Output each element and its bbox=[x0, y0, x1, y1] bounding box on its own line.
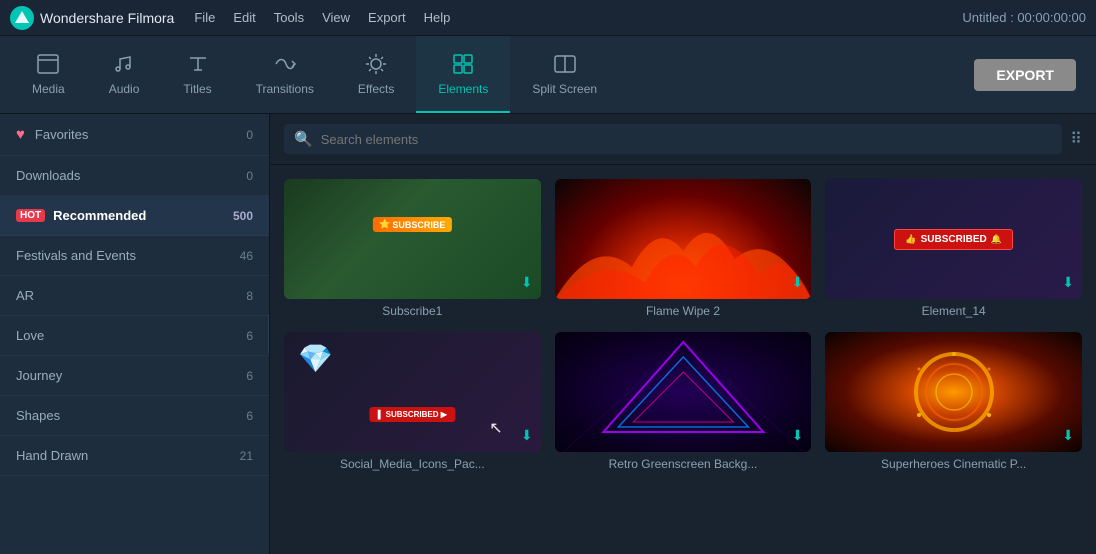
sidebar-item-count: 6 bbox=[246, 369, 253, 383]
sidebar-item-label: Shapes bbox=[16, 408, 246, 423]
element-thumb-superheroes: ⬇ bbox=[825, 332, 1082, 452]
app-logo: Wondershare Filmora bbox=[10, 6, 174, 30]
tool-audio[interactable]: Audio bbox=[87, 36, 162, 113]
download-icon: ⬇ bbox=[792, 427, 804, 444]
search-bar: 🔍 ⠿ bbox=[270, 114, 1096, 165]
menu-file[interactable]: File bbox=[194, 10, 215, 25]
element-label-element-14: Element_14 bbox=[825, 304, 1082, 318]
menu-view[interactable]: View bbox=[322, 10, 350, 25]
element-label-flame-wipe-2: Flame Wipe 2 bbox=[555, 304, 812, 318]
element-card-social-media[interactable]: 💎 ▌ SUBSCRIBED ▶ ↖ ⬇ Social_Media_Icons_… bbox=[284, 332, 541, 471]
element-label-retro-greenscreen: Retro Greenscreen Backg... bbox=[555, 457, 812, 471]
element-thumb-social-media: 💎 ▌ SUBSCRIBED ▶ ↖ ⬇ bbox=[284, 332, 541, 452]
sidebar-item-favorites[interactable]: ♥ Favorites 0 bbox=[0, 114, 269, 156]
menu-edit[interactable]: Edit bbox=[233, 10, 255, 25]
sidebar-item-count: 21 bbox=[240, 449, 253, 463]
element-label-superheroes: Superheroes Cinematic P... bbox=[825, 457, 1082, 471]
tool-transitions[interactable]: Transitions bbox=[234, 36, 336, 113]
tool-media[interactable]: Media bbox=[10, 36, 87, 113]
menu-items: File Edit Tools View Export Help bbox=[194, 10, 450, 25]
social-subscribed-badge: ▌ SUBSCRIBED ▶ bbox=[370, 407, 455, 422]
menu-bar: Wondershare Filmora File Edit Tools View… bbox=[0, 0, 1096, 36]
element-thumb-subscribe1: ⭐SUBSCRIBE ⬇ bbox=[284, 179, 541, 299]
tool-elements[interactable]: Elements bbox=[416, 36, 510, 113]
right-panel: 🔍 ⠿ ⭐SUBSCRIBE ⬇ bbox=[270, 114, 1096, 554]
heart-icon: ♥ bbox=[16, 126, 25, 143]
subscribe-badge: ⭐SUBSCRIBE bbox=[373, 217, 451, 232]
sidebar-item-downloads[interactable]: Downloads 0 bbox=[0, 156, 269, 196]
sidebar-collapse-arrow[interactable]: ◀ bbox=[268, 314, 270, 354]
toolbar-right: EXPORT bbox=[974, 36, 1086, 113]
sidebar-item-label: Hand Drawn bbox=[16, 448, 240, 463]
hot-badge: HOT bbox=[16, 209, 45, 222]
sidebar-item-count: 46 bbox=[240, 249, 253, 263]
sidebar-item-journey[interactable]: Journey 6 bbox=[0, 356, 269, 396]
sidebar-item-label: Favorites bbox=[35, 127, 246, 142]
element-thumb-flame-wipe-2: ⬇ bbox=[555, 179, 812, 299]
app-logo-icon bbox=[10, 6, 34, 30]
element-label-social-media: Social_Media_Icons_Pac... bbox=[284, 457, 541, 471]
download-icon: ⬇ bbox=[792, 274, 804, 291]
download-icon: ⬇ bbox=[521, 274, 533, 291]
element-card-retro-greenscreen[interactable]: ⬇ Retro Greenscreen Backg... bbox=[555, 332, 812, 471]
sidebar-item-hand-drawn[interactable]: Hand Drawn 21 bbox=[0, 436, 269, 476]
search-box: 🔍 bbox=[284, 124, 1062, 154]
element-card-subscribe1[interactable]: ⭐SUBSCRIBE ⬇ Subscribe1 bbox=[284, 179, 541, 318]
download-icon: ⬇ bbox=[1062, 427, 1074, 444]
sidebar-item-festivals[interactable]: Festivals and Events 46 bbox=[0, 236, 269, 276]
element-label-subscribe1: Subscribe1 bbox=[284, 304, 541, 318]
download-icon: ⬇ bbox=[521, 427, 533, 444]
tool-titles[interactable]: Titles bbox=[161, 36, 233, 113]
window-title: Untitled : 00:00:00:00 bbox=[962, 10, 1086, 25]
sidebar-item-label: AR bbox=[16, 288, 246, 303]
search-icon: 🔍 bbox=[294, 130, 313, 148]
sidebar-item-count: 6 bbox=[246, 329, 253, 343]
sidebar-item-label: Journey bbox=[16, 368, 246, 383]
sidebar-item-label: Festivals and Events bbox=[16, 248, 240, 263]
elements-grid: ⭐SUBSCRIBE ⬇ Subscribe1 bbox=[270, 165, 1096, 554]
element-thumb-retro-greenscreen: ⬇ bbox=[555, 332, 812, 452]
gem-icon: 💎 bbox=[298, 342, 333, 375]
element-card-flame-wipe-2[interactable]: ⬇ Flame Wipe 2 bbox=[555, 179, 812, 318]
app-name: Wondershare Filmora bbox=[40, 10, 174, 26]
tool-split-screen[interactable]: Split Screen bbox=[510, 36, 619, 113]
sidebar-item-count: 8 bbox=[246, 289, 253, 303]
main-content: ♥ Favorites 0 Downloads 0 HOT Recommende… bbox=[0, 114, 1096, 554]
sidebar-item-label: Recommended bbox=[53, 208, 233, 223]
element-thumb-element-14: 👍SUBSCRIBED🔔 ⬇ bbox=[825, 179, 1082, 299]
cursor-icon: ↖ bbox=[489, 418, 502, 438]
sidebar-item-recommended[interactable]: HOT Recommended 500 bbox=[0, 196, 269, 236]
menu-export[interactable]: Export bbox=[368, 10, 406, 25]
menu-help[interactable]: Help bbox=[424, 10, 451, 25]
download-icon: ⬇ bbox=[1062, 274, 1074, 291]
tool-effects[interactable]: Effects bbox=[336, 36, 416, 113]
element-card-superheroes[interactable]: ⬇ Superheroes Cinematic P... bbox=[825, 332, 1082, 471]
sidebar-item-count: 0 bbox=[246, 128, 253, 142]
subscribed-badge: 👍SUBSCRIBED🔔 bbox=[894, 229, 1013, 250]
export-button[interactable]: EXPORT bbox=[974, 59, 1076, 91]
sidebar-item-label: Downloads bbox=[16, 168, 246, 183]
sidebar-item-shapes[interactable]: Shapes 6 bbox=[0, 396, 269, 436]
sidebar-item-ar[interactable]: AR 8 bbox=[0, 276, 269, 316]
sidebar-item-love[interactable]: Love 6 bbox=[0, 316, 269, 356]
sidebar: ♥ Favorites 0 Downloads 0 HOT Recommende… bbox=[0, 114, 270, 554]
toolbar: Media Audio Titles Transitions Effects bbox=[0, 36, 1096, 114]
element-card-element-14[interactable]: 👍SUBSCRIBED🔔 ⬇ Element_14 bbox=[825, 179, 1082, 318]
grid-view-icon[interactable]: ⠿ bbox=[1070, 129, 1082, 149]
sidebar-item-count: 6 bbox=[246, 409, 253, 423]
menu-tools[interactable]: Tools bbox=[274, 10, 304, 25]
sidebar-item-count: 500 bbox=[233, 209, 253, 223]
search-input[interactable] bbox=[321, 132, 1053, 147]
sidebar-item-label: Love bbox=[16, 328, 246, 343]
sidebar-item-count: 0 bbox=[246, 169, 253, 183]
